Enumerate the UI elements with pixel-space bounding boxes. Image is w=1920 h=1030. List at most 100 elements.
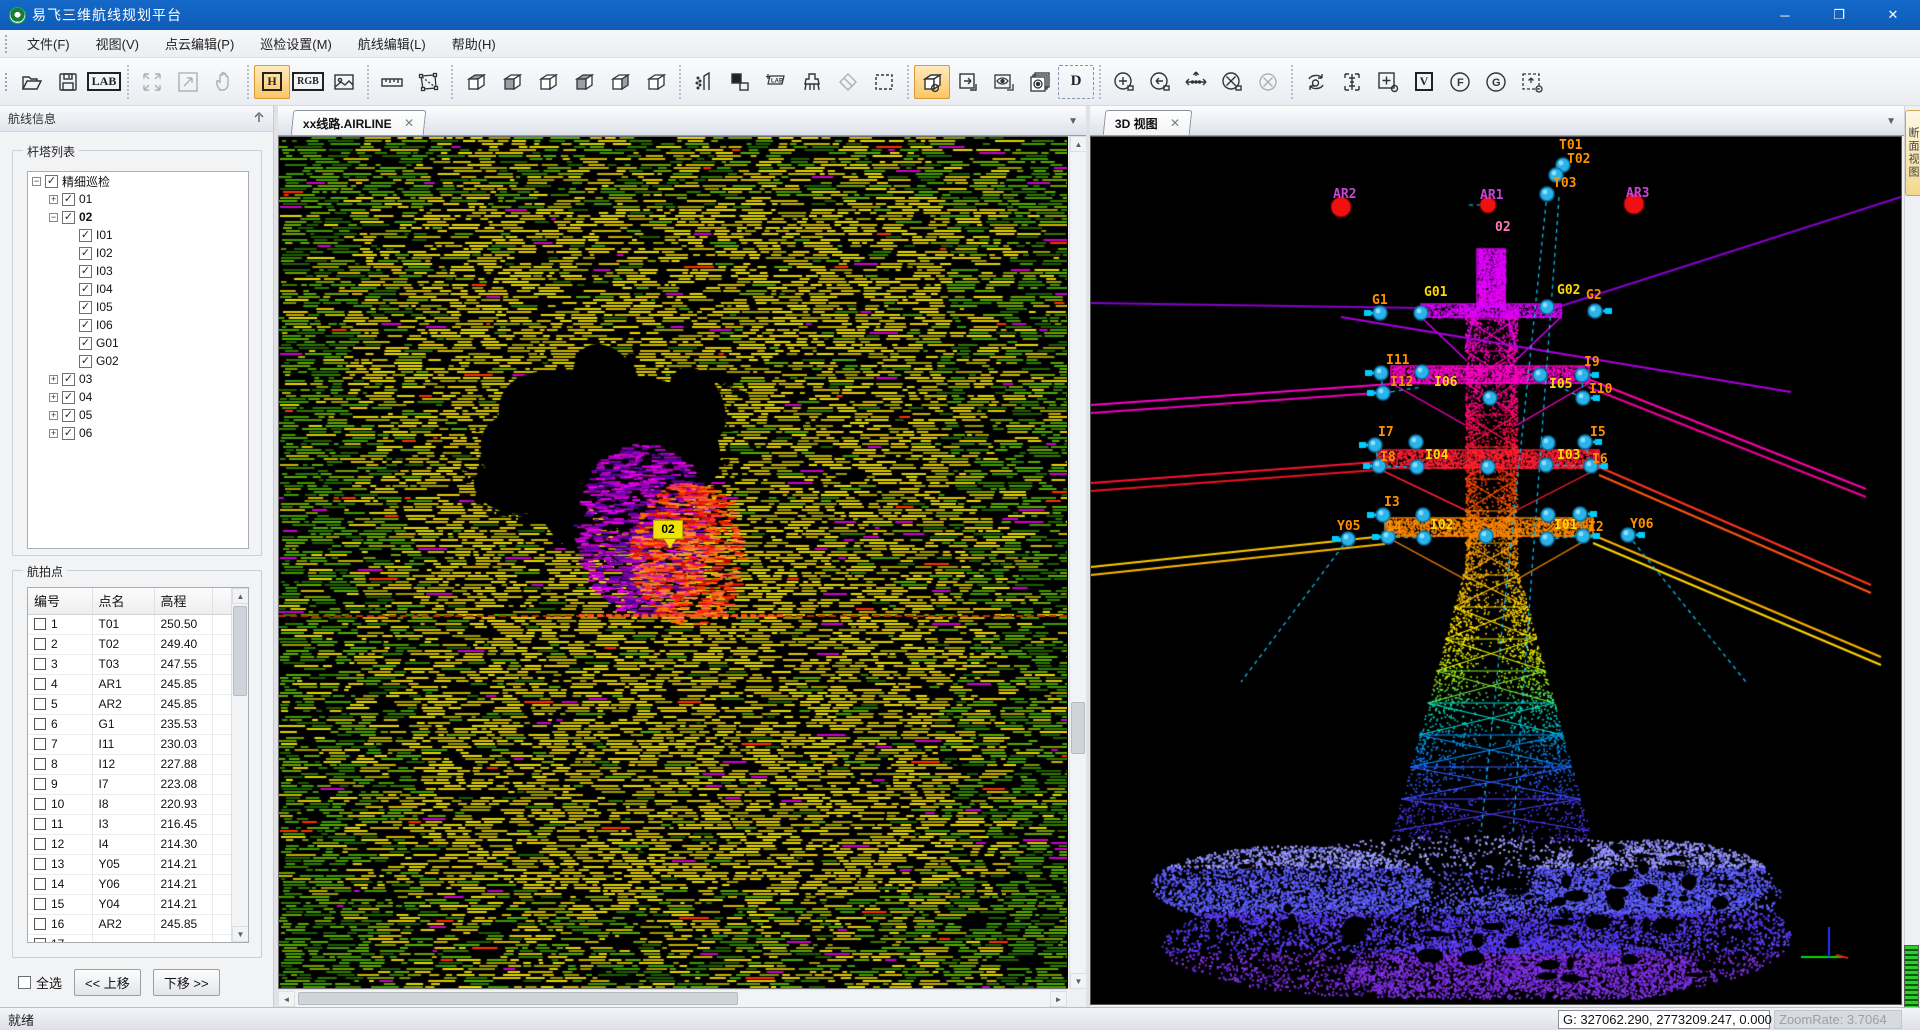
row-checkbox[interactable] (34, 858, 46, 870)
table-scroll-thumb[interactable] (233, 606, 247, 696)
table-row[interactable]: 7 I11230.03 (28, 734, 232, 754)
tree-item-02[interactable]: −✓02 (28, 208, 248, 226)
select-ground-icon[interactable] (722, 65, 758, 99)
tower-axis-icon[interactable] (1334, 65, 1370, 99)
tree-item-03[interactable]: +✓03 (28, 370, 248, 388)
menu-item-5[interactable]: 帮助(H) (439, 29, 509, 58)
tree-expander-icon[interactable]: + (49, 411, 58, 420)
row-checkbox[interactable] (34, 618, 46, 630)
layers-icon[interactable] (1022, 65, 1058, 99)
tower-02-marker[interactable]: 02 (653, 520, 683, 539)
menu-item-2[interactable]: 点云编辑(P) (152, 29, 247, 58)
table-row[interactable]: 2 T02249.40 (28, 634, 232, 654)
row-checkbox[interactable] (34, 938, 46, 943)
row-checkbox[interactable] (34, 918, 46, 930)
label-tag-icon[interactable]: LAB (758, 65, 794, 99)
row-checkbox[interactable] (34, 838, 46, 850)
close-button[interactable]: ✕ (1866, 0, 1920, 30)
zoom-in-circle-icon[interactable] (1106, 65, 1142, 99)
table-row[interactable]: 1 T01250.50 (28, 614, 232, 634)
table-row[interactable]: 15 Y04214.21 (28, 894, 232, 914)
tree-item-05[interactable]: +✓05 (28, 406, 248, 424)
section-view-vertical-tab[interactable]: 断面视图 (1905, 110, 1920, 196)
row-checkbox[interactable] (34, 698, 46, 710)
row-checkbox[interactable] (34, 658, 46, 670)
delete-circle-icon[interactable] (1214, 65, 1250, 99)
tree-item-I04[interactable]: ✓I04 (28, 280, 248, 298)
tab-3d-view[interactable]: 3D 视图 ✕ (1103, 110, 1192, 135)
row-checkbox[interactable] (34, 718, 46, 730)
cube-select-icon[interactable] (914, 65, 950, 99)
tree-checkbox[interactable]: ✓ (79, 265, 92, 278)
tree-item-I03[interactable]: ✓I03 (28, 262, 248, 280)
tab-airline[interactable]: xx线路.AIRLINE ✕ (291, 110, 426, 135)
d-mode-icon[interactable]: D (1058, 65, 1094, 99)
tab-airline-close-icon[interactable]: ✕ (404, 116, 414, 130)
table-row[interactable]: 13 Y05214.21 (28, 854, 232, 874)
table-row[interactable]: 4 AR1245.85 (28, 674, 232, 694)
row-checkbox[interactable] (34, 778, 46, 790)
view3d-tab-dropdown-icon[interactable]: ▼ (1886, 116, 1896, 127)
topview-scroll-right-icon[interactable]: ► (1050, 991, 1067, 1007)
select-all-box[interactable] (18, 976, 31, 989)
tab-3d-view-close-icon[interactable]: ✕ (1170, 116, 1180, 130)
tree-item-I06[interactable]: ✓I06 (28, 316, 248, 334)
view-back-icon[interactable] (638, 65, 674, 99)
eraser-icon[interactable] (830, 65, 866, 99)
delete-circle2-icon[interactable] (1250, 65, 1286, 99)
view3d-canvas[interactable] (1091, 137, 1901, 1004)
tree-checkbox[interactable]: ✓ (79, 355, 92, 368)
topview-vscroll-thumb[interactable] (1071, 702, 1085, 754)
classify-points-icon[interactable] (686, 65, 722, 99)
ruler-icon[interactable] (374, 65, 410, 99)
table-header-3[interactable] (212, 588, 232, 614)
table-scroll-up-icon[interactable]: ▲ (232, 588, 249, 604)
tree-checkbox[interactable]: ✓ (62, 391, 75, 404)
row-checkbox[interactable] (34, 678, 46, 690)
row-checkbox[interactable] (34, 798, 46, 810)
table-scroll-down-icon[interactable]: ▼ (232, 926, 249, 942)
tree-checkbox[interactable]: ✓ (79, 247, 92, 260)
rect-select-icon[interactable] (866, 65, 902, 99)
select-all-checkbox[interactable]: 全选 (18, 973, 62, 992)
topview-scroll-left-icon[interactable]: ◄ (278, 991, 295, 1007)
menu-item-3[interactable]: 巡检设置(M) (247, 29, 345, 58)
tree-checkbox[interactable]: ✓ (79, 319, 92, 332)
view-front-icon[interactable] (494, 65, 530, 99)
tree-checkbox[interactable]: ✓ (79, 283, 92, 296)
row-checkbox[interactable] (34, 758, 46, 770)
area-measure-icon[interactable] (410, 65, 446, 99)
table-row[interactable]: 16 AR2245.85 (28, 914, 232, 934)
tree-checkbox[interactable]: ✓ (62, 373, 75, 386)
reset-special-icon[interactable] (1514, 65, 1550, 99)
table-row[interactable]: 3 T03247.55 (28, 654, 232, 674)
undo-circle-icon[interactable] (1142, 65, 1178, 99)
tree-expander-icon[interactable]: + (49, 375, 58, 384)
tree-checkbox[interactable]: ✓ (62, 211, 75, 224)
row-checkbox[interactable] (34, 818, 46, 830)
g-mode-icon[interactable]: G (1478, 65, 1514, 99)
tree-expander-icon[interactable]: − (49, 213, 58, 222)
view3d-viewport[interactable]: T01T02T03AR2AR1AR302G1G01G02G2I11I12I06I… (1090, 136, 1902, 1005)
airline-tab-dropdown-icon[interactable]: ▼ (1068, 116, 1078, 127)
move-up-button[interactable]: << 上移 (74, 969, 141, 996)
export-selection-icon[interactable] (950, 65, 986, 99)
menu-item-0[interactable]: 文件(F) (14, 29, 83, 58)
topview-scroll-down-icon[interactable]: ▼ (1070, 973, 1087, 989)
topview-scroll-up-icon[interactable]: ▲ (1070, 136, 1087, 152)
menu-item-4[interactable]: 航线编辑(L) (345, 29, 439, 58)
view-selection-icon[interactable] (986, 65, 1022, 99)
add-waypoint-icon[interactable] (1370, 65, 1406, 99)
view-top-icon[interactable] (458, 65, 494, 99)
height-render-icon[interactable]: H (254, 65, 290, 99)
topview-viewport[interactable]: 02 (278, 136, 1068, 989)
row-checkbox[interactable] (34, 898, 46, 910)
pan-hand-icon[interactable] (206, 65, 242, 99)
v-mode-icon[interactable]: V (1406, 65, 1442, 99)
save-icon[interactable] (50, 65, 86, 99)
topview-canvas[interactable] (279, 137, 1067, 988)
tree-checkbox[interactable]: ✓ (79, 337, 92, 350)
tree-item-G02[interactable]: ✓G02 (28, 352, 248, 370)
tree-checkbox[interactable]: ✓ (45, 175, 58, 188)
fit-window-icon[interactable] (170, 65, 206, 99)
